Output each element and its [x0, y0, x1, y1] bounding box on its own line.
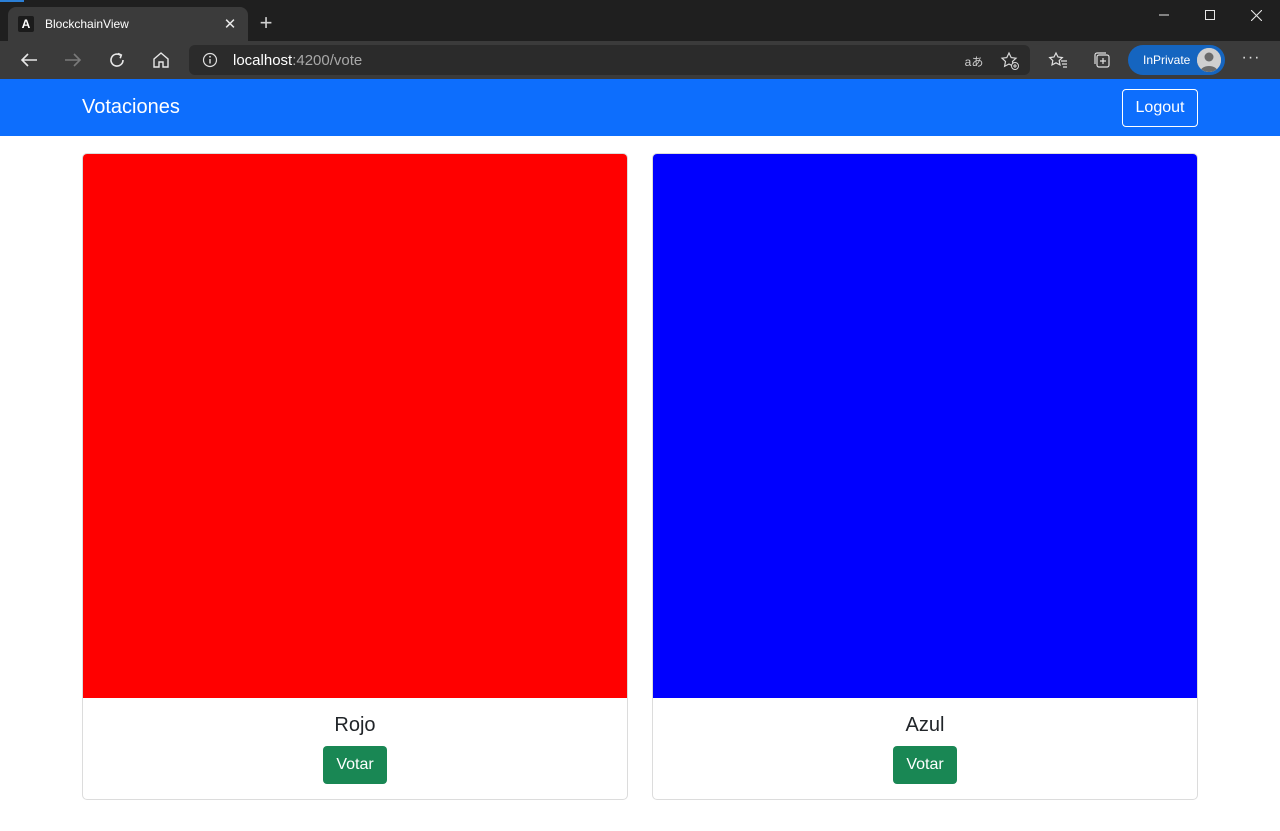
more-icon[interactable]: ··· [1238, 47, 1264, 73]
angular-favicon-icon: A [18, 16, 34, 32]
window-close-icon[interactable] [1233, 0, 1279, 30]
candidate-card-azul: Azul Votar [652, 153, 1198, 800]
collections-icon[interactable] [1089, 47, 1115, 73]
url-text[interactable]: localhost:4200/vote [233, 52, 362, 69]
candidate-name: Rojo [334, 714, 376, 736]
app-navbar: Votaciones Logout [0, 79, 1280, 136]
home-icon[interactable] [146, 46, 176, 74]
read-aloud-icon[interactable]: aあ [963, 50, 985, 72]
candidate-name: Azul [905, 714, 945, 736]
back-arrow-icon[interactable] [14, 46, 44, 74]
window-accent [0, 0, 24, 2]
new-tab-icon[interactable]: + [254, 12, 278, 36]
vote-button-azul[interactable]: Votar [893, 746, 957, 784]
candidate-color-swatch [83, 154, 627, 698]
address-bar[interactable]: localhost:4200/vote aあ [189, 45, 1030, 75]
navbar-brand[interactable]: Votaciones [82, 96, 180, 119]
forward-arrow-icon[interactable] [58, 46, 88, 74]
browser-tab[interactable]: A BlockchainView ✕ [8, 7, 248, 41]
logout-button[interactable]: Logout [1122, 89, 1198, 127]
inprivate-label: InPrivate [1143, 53, 1191, 67]
candidate-color-swatch [653, 154, 1197, 698]
minimize-icon[interactable] [1141, 0, 1187, 30]
favorites-icon[interactable] [1045, 47, 1071, 73]
profile-avatar-icon [1197, 48, 1221, 72]
add-favorite-icon[interactable] [999, 50, 1021, 72]
maximize-icon[interactable] [1187, 0, 1233, 30]
url-host: localhost [233, 52, 293, 69]
tab-close-icon[interactable]: ✕ [222, 16, 238, 33]
tab-title: BlockchainView [45, 17, 129, 31]
url-path: :4200/vote [292, 52, 363, 69]
refresh-icon[interactable] [102, 46, 132, 74]
info-icon[interactable] [202, 52, 218, 68]
browser-titlebar: A BlockchainView ✕ + [0, 0, 1280, 41]
inprivate-button[interactable]: InPrivate [1128, 45, 1225, 75]
vote-button-rojo[interactable]: Votar [323, 746, 387, 784]
browser-toolbar: localhost:4200/vote aあ InPrivate ··· [0, 41, 1280, 79]
candidate-card-rojo: Rojo Votar [82, 153, 628, 800]
